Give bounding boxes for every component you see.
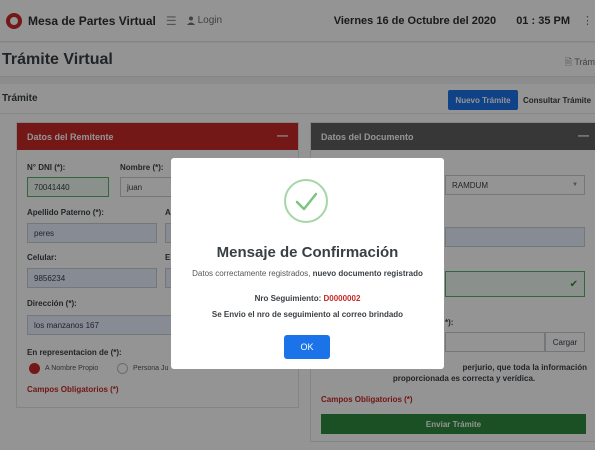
success-check-icon bbox=[284, 179, 328, 223]
confirmation-modal: Mensaje de Confirmación Datos correctame… bbox=[171, 158, 444, 369]
tracking-code: D0000002 bbox=[323, 294, 361, 303]
modal-message-bold: nuevo documento registrado bbox=[312, 269, 423, 278]
modal-title: Mensaje de Confirmación bbox=[216, 244, 399, 261]
modal-note: Se Envio el nro de seguimiento al correo… bbox=[211, 310, 404, 319]
tracking-label: Nro Seguimiento: bbox=[254, 294, 324, 303]
ok-button[interactable]: OK bbox=[284, 335, 330, 359]
modal-message: Datos correctamente registrados, nuevo d… bbox=[191, 269, 424, 279]
modal-message-plain: Datos correctamente registrados, bbox=[192, 269, 313, 278]
tracking-number: Nro Seguimiento: D0000002 bbox=[171, 294, 444, 303]
